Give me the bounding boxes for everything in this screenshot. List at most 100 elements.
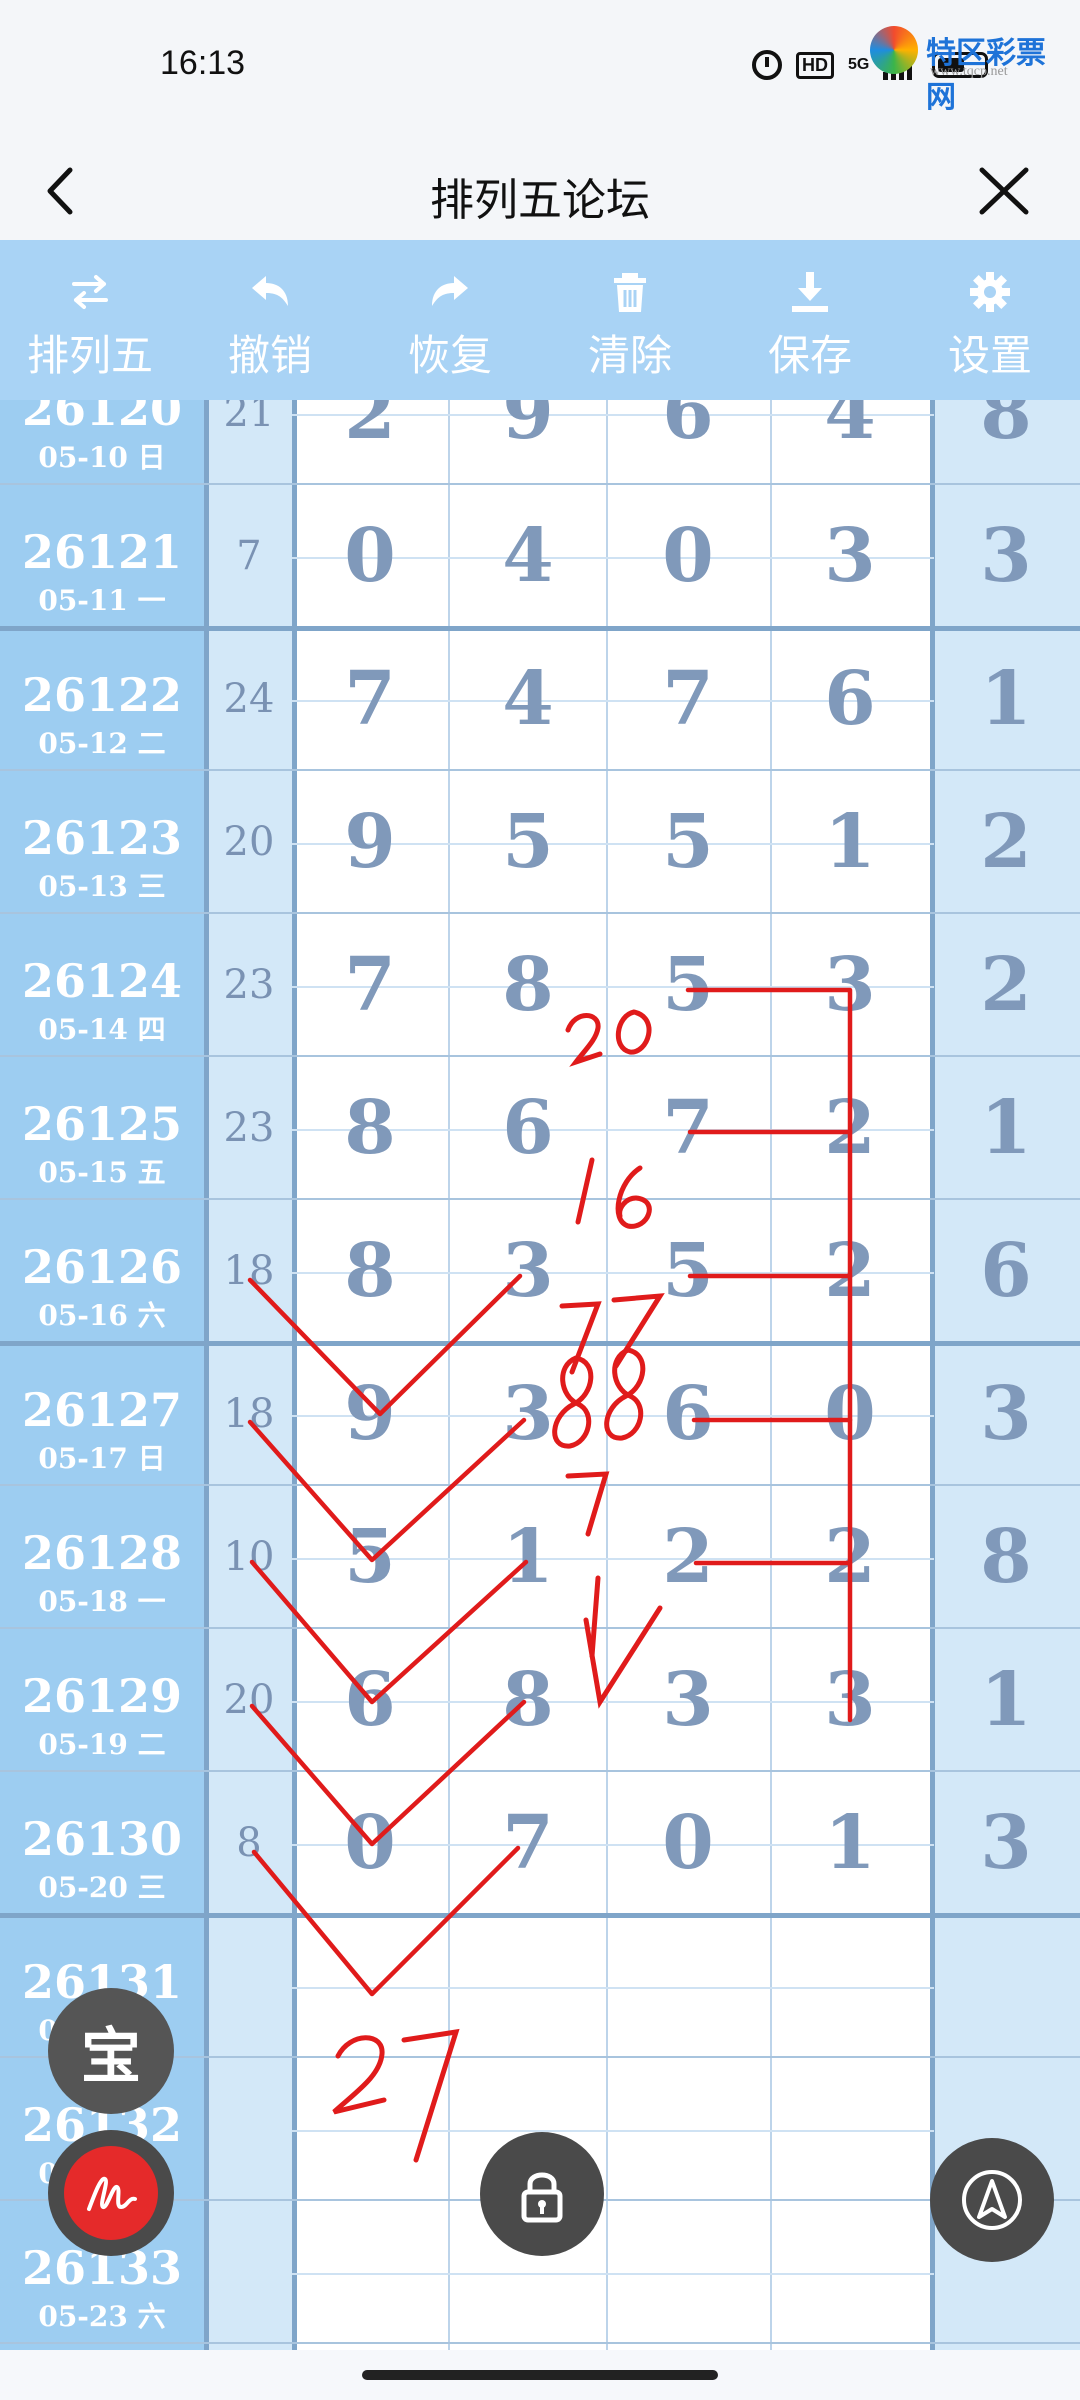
tool-clear[interactable]: 清除 (540, 240, 720, 400)
result-digit[interactable]: 1 (468, 1514, 588, 1600)
result-digit[interactable]: 6 (468, 1085, 588, 1171)
result-digit[interactable]: 4 (468, 656, 588, 742)
tool-swap[interactable]: 排列五 (0, 240, 180, 400)
result-digit[interactable]: 5 (628, 1228, 748, 1314)
period-number: 26123 (21, 811, 183, 865)
result-digit[interactable]: 7 (628, 656, 748, 742)
result-digit[interactable]: 3 (790, 1657, 910, 1743)
table-row[interactable]: 26120 05-10 日 21 2 9 6 4 8 (0, 400, 1080, 485)
result-digit[interactable]: 2 (946, 942, 1066, 1028)
digit-sum: 24 (223, 676, 275, 722)
table-row[interactable]: 26121 05-11 一704033 (0, 485, 1080, 628)
home-indicator[interactable] (362, 2370, 718, 2380)
toolbar: 排列五 撤销 恢复 清除 保存 设置 (0, 240, 1080, 400)
result-digit[interactable]: 3 (790, 942, 910, 1028)
result-digit[interactable]: 2 (790, 1514, 910, 1600)
table-row[interactable]: 26124 05-14 四 23 7 8 5 3 2 (0, 914, 1080, 1057)
result-digit[interactable]: 0 (310, 513, 430, 599)
digit-sum: 8 (236, 1820, 262, 1866)
result-digit[interactable]: 1 (946, 656, 1066, 742)
result-digit[interactable]: 6 (310, 1657, 430, 1743)
result-digit[interactable]: 3 (628, 1657, 748, 1743)
result-digit[interactable]: 5 (628, 942, 748, 1028)
hd-icon: HD (796, 51, 834, 79)
result-digit[interactable]: 1 (790, 1800, 910, 1886)
result-digit[interactable]: 1 (790, 799, 910, 885)
result-digit[interactable]: 2 (310, 400, 430, 456)
result-digit[interactable]: 4 (468, 513, 588, 599)
title-bar: 排列五论坛 (0, 140, 1080, 240)
result-digit[interactable]: 3 (468, 1228, 588, 1314)
treasure-button[interactable]: 宝 (48, 1988, 174, 2114)
tool-settings[interactable]: 设置 (900, 240, 1080, 400)
tool-redo[interactable]: 恢复 (360, 240, 540, 400)
pen-icon-wrap (64, 2146, 158, 2240)
result-digit[interactable]: 7 (310, 656, 430, 742)
result-digit[interactable]: 7 (310, 942, 430, 1028)
result-digit[interactable]: 7 (468, 1800, 588, 1886)
result-digit[interactable]: 7 (628, 1085, 748, 1171)
tool-label: 保存 (767, 332, 852, 379)
table-row[interactable]: 26125 05-15 五 23 8 6 7 2 1 (0, 1057, 1080, 1200)
period-date: 05-18 一 (38, 1585, 166, 1618)
result-digit[interactable]: 4 (790, 400, 910, 456)
result-digit[interactable]: 8 (946, 1514, 1066, 1600)
result-digit[interactable]: 5 (468, 799, 588, 885)
result-digit[interactable]: 9 (468, 400, 588, 456)
result-digit[interactable]: 8 (310, 1228, 430, 1314)
digit-sum: 10 (223, 1534, 275, 1580)
result-digit[interactable]: 0 (628, 1800, 748, 1886)
result-digit[interactable]: 8 (310, 1085, 430, 1171)
period-date: 05-10 日 (38, 441, 166, 474)
period-number: 26122 (21, 668, 183, 722)
result-digit[interactable]: 5 (628, 799, 748, 885)
period-number: 26129 (21, 1669, 183, 1723)
tool-undo[interactable]: 撤销 (180, 240, 360, 400)
result-digit[interactable]: 6 (946, 1228, 1066, 1314)
result-digit[interactable]: 1 (946, 1657, 1066, 1743)
table-row[interactable]: 26129 05-19 二 20 6 8 3 3 1 (0, 1629, 1080, 1772)
result-digit[interactable]: 2 (628, 1514, 748, 1600)
result-digit[interactable]: 6 (790, 656, 910, 742)
result-digit[interactable]: 6 (628, 400, 748, 456)
result-digit[interactable]: 5 (310, 1514, 430, 1600)
digit-sum: 23 (223, 1105, 275, 1151)
result-digit[interactable]: 0 (310, 1800, 430, 1886)
period-number: 26124 (21, 954, 183, 1008)
result-digit[interactable]: 3 (468, 1371, 588, 1457)
result-digit[interactable]: 2 (790, 1085, 910, 1171)
page-title: 排列五论坛 (430, 176, 650, 225)
redo-icon (432, 276, 468, 306)
result-digit[interactable]: 2 (946, 799, 1066, 885)
result-digit[interactable]: 8 (468, 1657, 588, 1743)
close-icon[interactable] (976, 166, 1032, 216)
tool-label: 设置 (947, 332, 1032, 379)
result-digit[interactable]: 3 (946, 1800, 1066, 1886)
table-row[interactable]: 26126 05-16 六 18 8 3 5 2 6 (0, 1200, 1080, 1343)
result-digit[interactable]: 1 (946, 1085, 1066, 1171)
table-row[interactable]: 26128 05-18 一 10 5 1 2 2 8 (0, 1486, 1080, 1629)
result-digit[interactable]: 9 (310, 1371, 430, 1457)
table-row[interactable]: 26130 05-20 三807013 (0, 1772, 1080, 1915)
result-digit[interactable]: 6 (628, 1371, 748, 1457)
period-number: 26125 (21, 1097, 183, 1151)
period-date: 05-23 六 (38, 2300, 166, 2333)
result-digit[interactable]: 3 (946, 513, 1066, 599)
table-row[interactable]: 26127 05-17 日 18 9 3 6 0 3 (0, 1343, 1080, 1486)
lock-button[interactable] (480, 2132, 604, 2256)
pen-tool-button[interactable] (48, 2130, 174, 2256)
result-digit[interactable]: 2 (790, 1228, 910, 1314)
table-row[interactable]: 26122 05-12 二 24 7 4 7 6 1 (0, 628, 1080, 771)
lock-icon (521, 2172, 563, 2223)
result-digit[interactable]: 0 (790, 1371, 910, 1457)
result-digit[interactable]: 3 (946, 1371, 1066, 1457)
result-digit[interactable]: 0 (628, 513, 748, 599)
navigation-button[interactable] (930, 2138, 1054, 2262)
result-digit[interactable]: 8 (946, 400, 1066, 456)
result-digit[interactable]: 9 (310, 799, 430, 885)
result-digit[interactable]: 3 (790, 513, 910, 599)
result-digit[interactable]: 8 (468, 942, 588, 1028)
period-date: 05-19 二 (38, 1728, 166, 1761)
table-row[interactable]: 26123 05-13 三 20 9 5 5 1 2 (0, 771, 1080, 914)
tool-save[interactable]: 保存 (720, 240, 900, 400)
